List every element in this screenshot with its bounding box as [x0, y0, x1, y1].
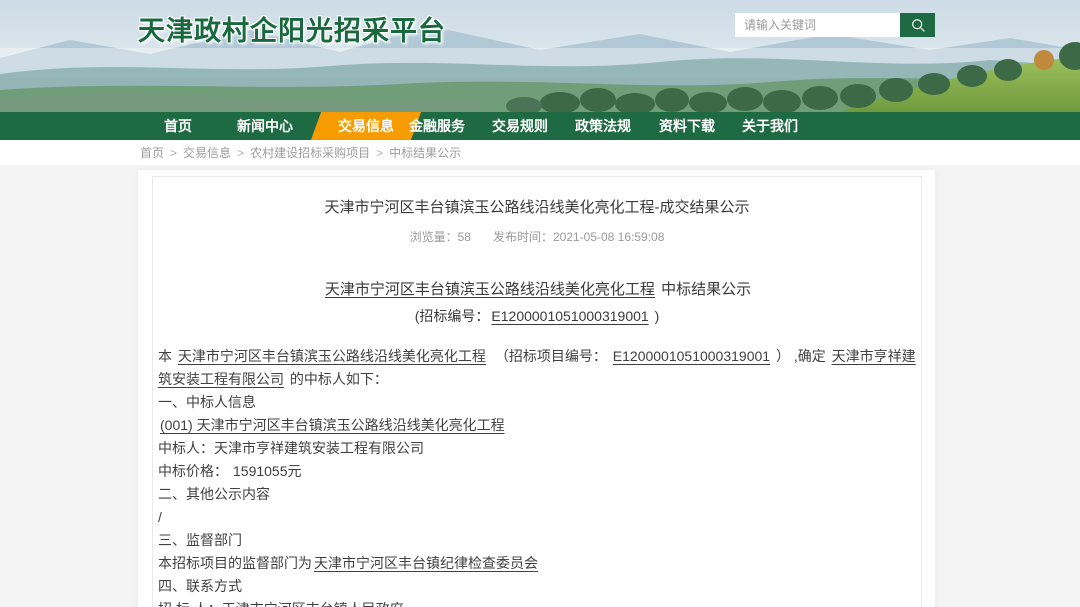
publish-time-label: 发布时间：: [493, 230, 553, 244]
section2-heading: 二、其他公示内容: [158, 483, 916, 506]
views-count: 58: [458, 230, 471, 244]
supervisor-prefix: 本招标项目的监督部门为: [158, 555, 312, 571]
breadcrumb-separator: >: [376, 146, 383, 160]
section3-heading: 三、监督部门: [158, 529, 916, 552]
nav-item-finance[interactable]: 金融服务: [397, 112, 477, 140]
intro-project-name: 天津市宁河区丰台镇滨玉公路线沿线美化亮化工程: [176, 348, 488, 364]
tender-code-line: (招标编号：E1200001051000319001 ): [158, 306, 916, 326]
intro-text: （招标项目编号：: [488, 348, 611, 364]
intro-text: ） ,确定: [772, 348, 830, 364]
contact-tenderer-line: 招 标 人：天津市宁河区丰台镇人民政府: [158, 598, 916, 607]
nav-item-about[interactable]: 关于我们: [730, 112, 810, 140]
tender-code-suffix: ): [651, 308, 660, 324]
section1-item-text: (001) 天津市宁河区丰台镇滨玉公路线沿线美化亮化工程: [158, 417, 507, 433]
intro-text: 本: [158, 348, 176, 364]
search-input[interactable]: [735, 13, 900, 37]
article-card: 天津市宁河区丰台镇滨玉公路线沿线美化亮化工程-成交结果公示 浏览量：58 发布时间…: [152, 176, 922, 607]
breadcrumb-home[interactable]: 首页: [140, 144, 164, 161]
notice-project-name: 天津市宁河区丰台镇滨玉公路线沿线美化亮化工程: [323, 281, 657, 298]
article-title: 天津市宁河区丰台镇滨玉公路线沿线美化亮化工程-成交结果公示: [158, 199, 916, 217]
nav-item-policy[interactable]: 政策法规: [563, 112, 643, 140]
supervisor-name: 天津市宁河区丰台镇纪律检查委员会: [312, 555, 540, 571]
breadcrumb: 首页 > 交易信息 > 农村建设招标采购项目 > 中标结果公示: [0, 140, 1080, 165]
site-title: 天津政村企阳光招采平台: [138, 9, 446, 48]
notice-heading-rest: 中标结果公示: [657, 281, 751, 298]
nav-item-rules[interactable]: 交易规则: [480, 112, 560, 140]
section4-heading: 四、联系方式: [158, 575, 916, 598]
notice-heading: 天津市宁河区丰台镇滨玉公路线沿线美化亮化工程 中标结果公示: [158, 278, 916, 299]
content-area: 天津市宁河区丰台镇滨玉公路线沿线美化亮化工程-成交结果公示 浏览量：58 发布时间…: [0, 165, 1080, 607]
article-body: 本 天津市宁河区丰台镇滨玉公路线沿线美化亮化工程 （招标项目编号： E12000…: [158, 345, 916, 607]
breadcrumb-rural-projects[interactable]: 农村建设招标采购项目: [250, 144, 370, 161]
breadcrumb-result-notice[interactable]: 中标结果公示: [389, 144, 461, 161]
main-nav: 首页 新闻中心 交易信息 金融服务 交易规则 政策法规 资料下载 关于我们: [0, 112, 1080, 140]
search-icon: [910, 17, 926, 33]
site-banner: 天津政村企阳光招采平台: [0, 0, 1080, 112]
tender-code-prefix: (招标编号：: [415, 308, 490, 324]
publish-time: 2021-05-08 16:59:08: [553, 230, 664, 244]
intro-paragraph: 本 天津市宁河区丰台镇滨玉公路线沿线美化亮化工程 （招标项目编号： E12000…: [158, 345, 916, 391]
section1-item: (001) 天津市宁河区丰台镇滨玉公路线沿线美化亮化工程: [158, 414, 916, 437]
page: 天津政村企阳光招采平台 首页 新闻中心 交易信息 金融服务 交易规则 政策法规 …: [0, 0, 1080, 607]
nav-item-news[interactable]: 新闻中心: [225, 112, 305, 140]
price-label: 中标价格：: [158, 463, 228, 479]
views-label: 浏览量：: [410, 230, 458, 244]
tender-code-number: E1200001051000319001: [489, 308, 650, 324]
nav-item-home[interactable]: 首页: [144, 112, 212, 140]
search-bar: [735, 13, 935, 37]
section2-content: /: [158, 506, 916, 529]
intro-project-code: E1200001051000319001: [611, 348, 772, 364]
breadcrumb-separator: >: [170, 146, 177, 160]
supervisor-line: 本招标项目的监督部门为天津市宁河区丰台镇纪律检查委员会: [158, 552, 916, 575]
nav-item-trade-info-label: 交易信息: [338, 118, 394, 134]
nav-item-downloads[interactable]: 资料下载: [647, 112, 727, 140]
price-value: 1591055元: [233, 463, 302, 479]
price-line: 中标价格： 1591055元: [158, 460, 916, 483]
search-button[interactable]: [900, 13, 935, 37]
section1-heading: 一、中标人信息: [158, 391, 916, 414]
breadcrumb-separator: >: [237, 146, 244, 160]
article-container: 天津市宁河区丰台镇滨玉公路线沿线美化亮化工程-成交结果公示 浏览量：58 发布时间…: [138, 170, 935, 607]
intro-text: 的中标人如下：: [286, 371, 388, 387]
winner-line: 中标人：天津市亨祥建筑安装工程有限公司: [158, 437, 916, 460]
breadcrumb-trade-info[interactable]: 交易信息: [183, 144, 231, 161]
article-meta: 浏览量：58 发布时间：2021-05-08 16:59:08: [158, 228, 916, 245]
